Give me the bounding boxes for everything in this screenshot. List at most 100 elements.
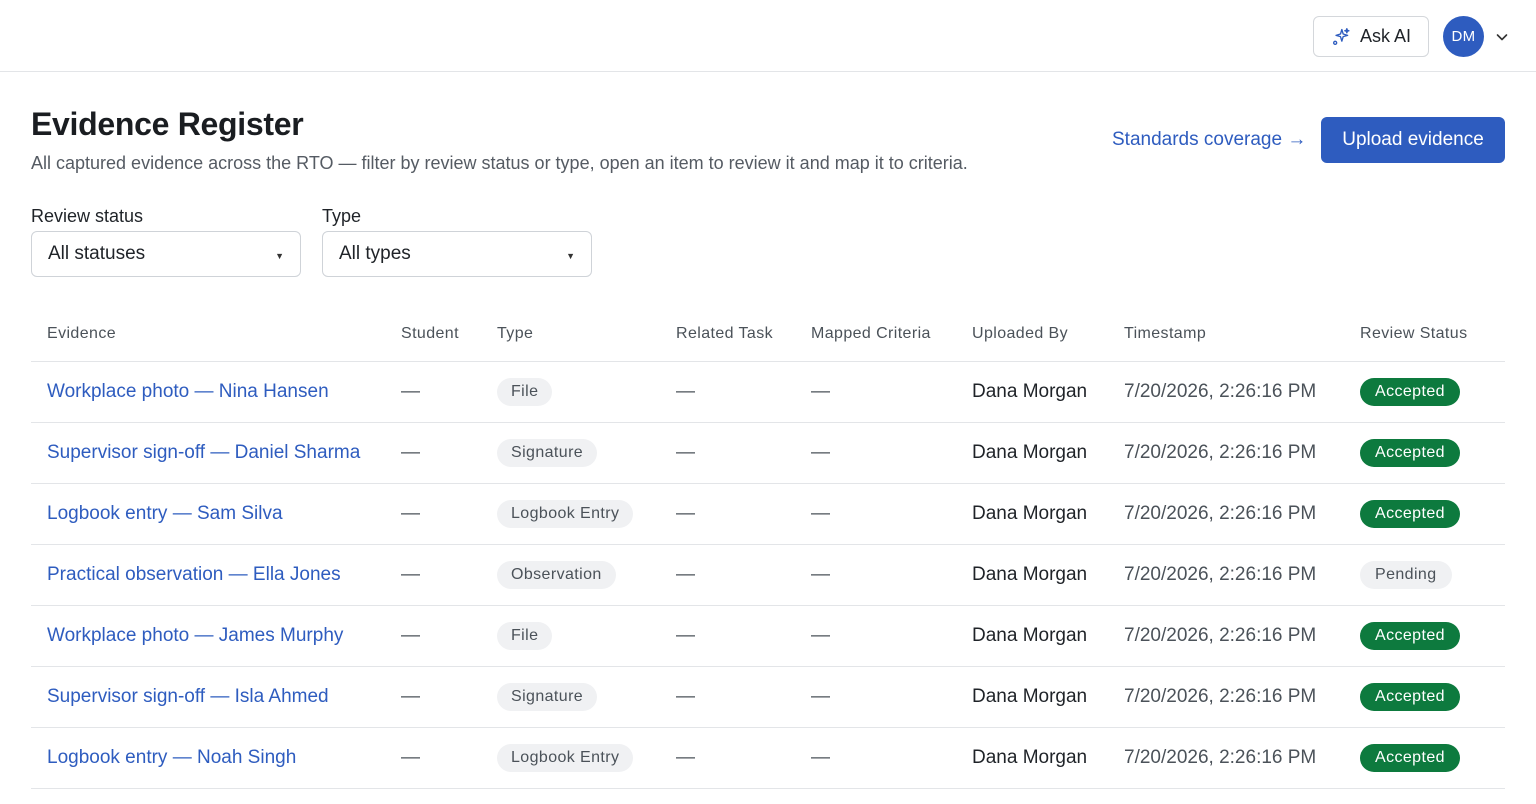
- type-badge: Logbook Entry: [497, 499, 634, 528]
- status-badge: Accepted: [1360, 499, 1460, 528]
- type-select[interactable]: All types ▼: [322, 231, 592, 277]
- review-status-cell: Accepted: [1360, 727, 1505, 789]
- table-row[interactable]: Logbook entry — Noah Singh — Logbook Entry…: [31, 727, 1505, 789]
- evidence-link[interactable]: Logbook entry — Noah Singh: [47, 747, 296, 768]
- student-cell: —: [401, 483, 497, 545]
- timestamp-cell: 7/20/2026, 2:26:16 PM: [1124, 727, 1360, 789]
- column-header-uploaded-by[interactable]: Uploaded By: [972, 307, 1124, 362]
- review-status-value: All statuses: [48, 243, 146, 264]
- column-header-review-status[interactable]: Review Status: [1360, 307, 1505, 362]
- evidence-cell: Practical observation — Ella Jones: [31, 544, 401, 606]
- status-badge: Accepted: [1360, 377, 1460, 406]
- review-status-cell: Accepted: [1360, 483, 1505, 545]
- caret-down-icon: ▼: [275, 251, 284, 261]
- student-cell: —: [401, 727, 497, 789]
- mapped-criteria-cell: —: [811, 544, 972, 606]
- user-initials: DM: [1451, 28, 1476, 45]
- top-bar: Ask AI DM: [0, 0, 1536, 72]
- mapped-criteria-cell: —: [811, 727, 972, 789]
- timestamp-cell: 7/20/2026, 2:26:16 PM: [1124, 544, 1360, 606]
- mapped-criteria-cell: —: [811, 422, 972, 484]
- column-header-related-task[interactable]: Related Task: [676, 307, 811, 362]
- mapped-criteria-cell: —: [811, 483, 972, 545]
- status-badge: Accepted: [1360, 682, 1460, 711]
- uploaded-by-cell: Dana Morgan: [972, 361, 1124, 423]
- related-task-cell: —: [676, 422, 811, 484]
- column-header-evidence[interactable]: Evidence: [31, 307, 401, 362]
- user-avatar[interactable]: DM: [1443, 16, 1484, 57]
- mapped-criteria-cell: —: [811, 666, 972, 728]
- review-status-label: Review status: [31, 206, 144, 226]
- student-cell: —: [401, 422, 497, 484]
- review-status-select[interactable]: All statuses ▼: [31, 231, 301, 277]
- evidence-cell: Logbook entry — Sam Silva: [31, 483, 401, 545]
- timestamp-cell: 7/20/2026, 2:26:16 PM: [1124, 605, 1360, 667]
- upload-evidence-button[interactable]: Upload evidence: [1321, 117, 1505, 163]
- evidence-link[interactable]: Logbook entry — Sam Silva: [47, 503, 283, 524]
- evidence-link[interactable]: Supervisor sign-off — Isla Ahmed: [47, 686, 329, 707]
- status-badge: Pending: [1360, 560, 1452, 589]
- table-row[interactable]: Logbook entry — Sam Silva — Logbook Entry —…: [31, 483, 1505, 545]
- column-header-type[interactable]: Type: [497, 307, 676, 362]
- status-badge: Accepted: [1360, 621, 1460, 650]
- evidence-link[interactable]: Practical observation — Ella Jones: [47, 564, 341, 585]
- timestamp-cell: 7/20/2026, 2:26:16 PM: [1124, 666, 1360, 728]
- column-header-timestamp[interactable]: Timestamp: [1124, 307, 1360, 362]
- uploaded-by-cell: Dana Morgan: [972, 483, 1124, 545]
- review-status-cell: Pending: [1360, 544, 1505, 606]
- student-cell: —: [401, 605, 497, 667]
- type-badge: File: [497, 377, 553, 406]
- table-row[interactable]: Practical observation — Ella Jones — Obser…: [31, 544, 1505, 606]
- evidence-link[interactable]: Workplace photo — James Murphy: [47, 625, 343, 646]
- table-body: Workplace photo — Nina Hansen — File — — Dana…: [31, 361, 1505, 789]
- type-badge: File: [497, 621, 553, 650]
- related-task-cell: —: [676, 544, 811, 606]
- evidence-cell: Supervisor sign-off — Daniel Sharma: [31, 422, 401, 484]
- type-badge: Logbook Entry: [497, 743, 634, 772]
- table-row[interactable]: Workplace photo — Nina Hansen — File — — Dana…: [31, 361, 1505, 423]
- student-cell: —: [401, 361, 497, 423]
- status-badge: Accepted: [1360, 438, 1460, 467]
- uploaded-by-cell: Dana Morgan: [972, 727, 1124, 789]
- review-status-cell: Accepted: [1360, 666, 1505, 728]
- evidence-cell: Logbook entry — Noah Singh: [31, 727, 401, 789]
- related-task-cell: —: [676, 666, 811, 728]
- type-cell: File: [497, 361, 676, 423]
- uploaded-by-cell: Dana Morgan: [972, 544, 1124, 606]
- evidence-link[interactable]: Workplace photo — Nina Hansen: [47, 381, 329, 402]
- related-task-cell: —: [676, 605, 811, 667]
- type-cell: Signature: [497, 666, 676, 728]
- ask-ai-button[interactable]: Ask AI: [1313, 16, 1429, 57]
- page-title: Evidence Register: [31, 106, 304, 142]
- type-badge: Signature: [497, 438, 598, 467]
- table-row[interactable]: Supervisor sign-off — Isla Ahmed — Signatu…: [31, 666, 1505, 728]
- evidence-cell: Supervisor sign-off — Isla Ahmed: [31, 666, 401, 728]
- column-header-student[interactable]: Student: [401, 307, 497, 362]
- type-cell: Observation: [497, 544, 676, 606]
- uploaded-by-cell: Dana Morgan: [972, 605, 1124, 667]
- type-cell: Logbook Entry: [497, 483, 676, 545]
- table-row[interactable]: Workplace photo — James Murphy — File — — Dan…: [31, 605, 1505, 667]
- timestamp-cell: 7/20/2026, 2:26:16 PM: [1124, 483, 1360, 545]
- column-header-mapped-criteria[interactable]: Mapped Criteria: [811, 307, 972, 362]
- related-task-cell: —: [676, 483, 811, 545]
- evidence-table: Evidence Student Type Related Task Mappe…: [31, 307, 1505, 789]
- sparkle-icon: [1332, 27, 1350, 45]
- standards-coverage-link[interactable]: Standards coverage →: [1112, 129, 1306, 151]
- evidence-cell: Workplace photo — James Murphy: [31, 605, 401, 667]
- status-badge: Accepted: [1360, 743, 1460, 772]
- type-cell: Signature: [497, 422, 676, 484]
- chevron-down-icon[interactable]: [1494, 29, 1510, 45]
- student-cell: —: [401, 544, 497, 606]
- ask-ai-label: Ask AI: [1359, 26, 1412, 46]
- table-row[interactable]: Supervisor sign-off — Daniel Sharma — Sign…: [31, 422, 1505, 484]
- related-task-cell: —: [676, 727, 811, 789]
- timestamp-cell: 7/20/2026, 2:26:16 PM: [1124, 422, 1360, 484]
- evidence-link[interactable]: Supervisor sign-off — Daniel Sharma: [47, 442, 360, 463]
- review-status-cell: Accepted: [1360, 422, 1505, 484]
- mapped-criteria-cell: —: [811, 605, 972, 667]
- page-subtitle: All captured evidence across the RTO — f…: [31, 153, 968, 173]
- table-header-row: Evidence Student Type Related Task Mappe…: [31, 307, 1505, 362]
- type-cell: File: [497, 605, 676, 667]
- uploaded-by-cell: Dana Morgan: [972, 422, 1124, 484]
